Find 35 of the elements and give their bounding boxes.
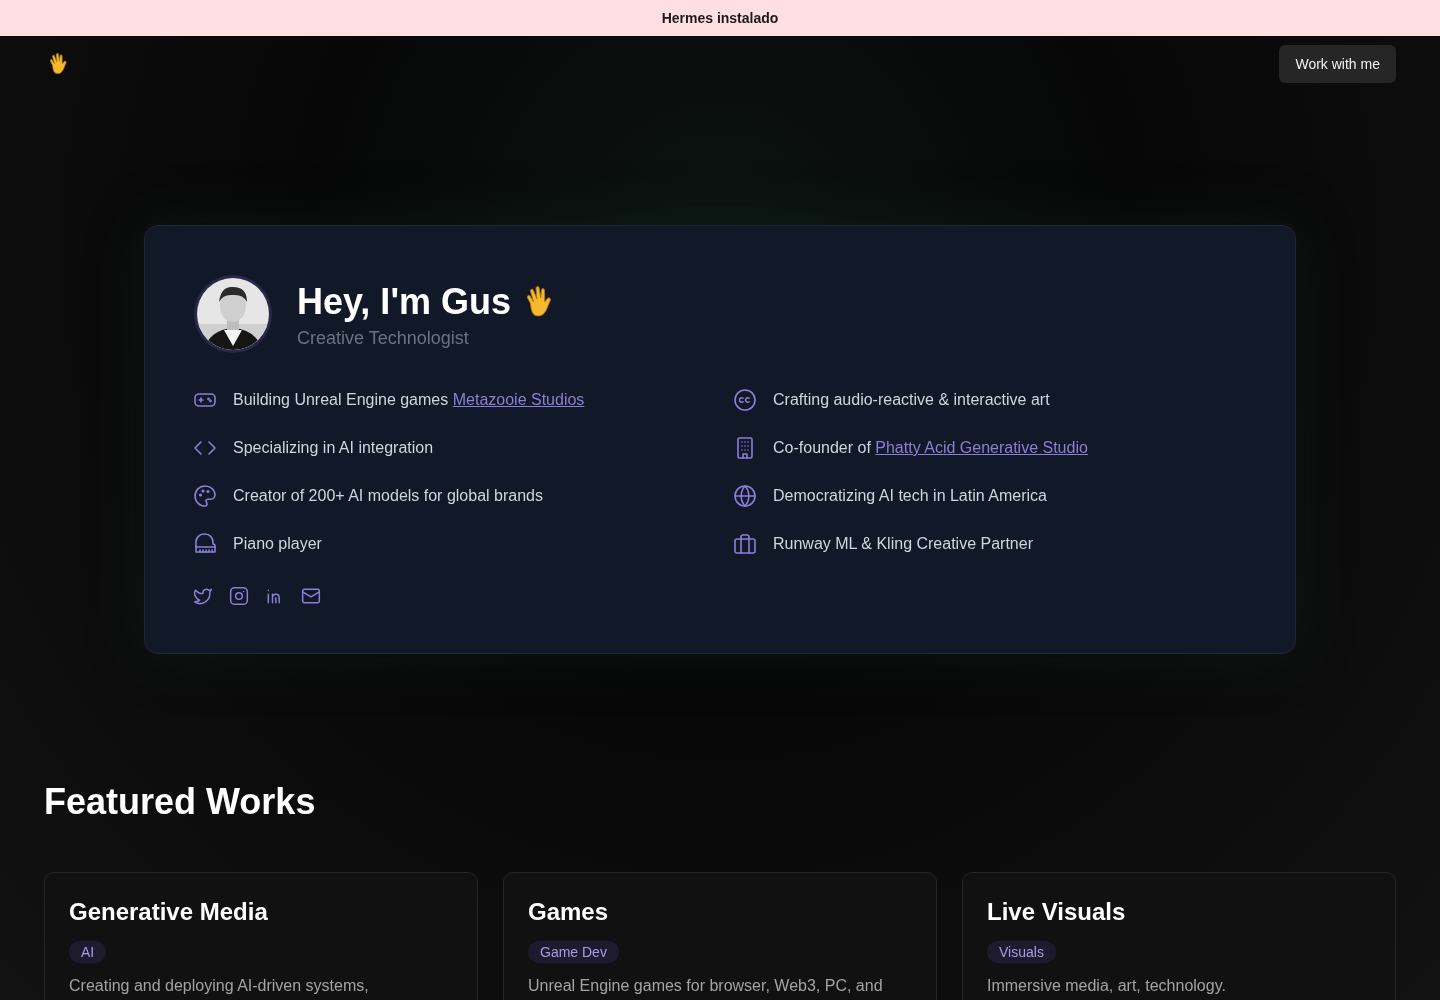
bird-icon[interactable] bbox=[193, 586, 213, 606]
piano-icon bbox=[193, 532, 217, 556]
fact-text: Runway ML & Kling Creative Partner bbox=[773, 535, 1033, 553]
category-tag: AI bbox=[69, 941, 107, 963]
work-title: Games bbox=[528, 897, 610, 927]
mail-icon[interactable] bbox=[301, 586, 321, 606]
section-heading: Featured Works bbox=[44, 780, 317, 824]
fact-text: Co-founder of Phatty Acid Generative Studio bbox=[773, 439, 1088, 457]
work-description: Immersive media, art, technology. bbox=[987, 977, 1227, 995]
fact-text: Piano player bbox=[233, 535, 322, 553]
work-card[interactable]: Live Visuals Visuals Immersive media, art, technology. bbox=[962, 872, 1396, 1000]
work-card[interactable]: Generative Media AI Creating and deploying AI-driven systems, bbox=[44, 872, 478, 1000]
studio-link[interactable]: Phatty Acid Generative Studio bbox=[875, 439, 1088, 456]
category-tag: Visuals bbox=[987, 941, 1056, 963]
work-title: Generative Media bbox=[69, 897, 269, 927]
studio-link[interactable]: Metazooie Studios bbox=[452, 391, 585, 408]
work-description: Unreal Engine games for browser, Web3, PC, and bbox=[528, 977, 884, 995]
globe-icon bbox=[733, 484, 757, 508]
category-tag: Game Dev bbox=[528, 941, 619, 963]
fact-text: Democratizing AI tech in Latin America bbox=[773, 487, 1047, 505]
fact-text: Crafting audio-reactive & interactive art bbox=[773, 391, 1050, 409]
work-with-me-button[interactable]: Work with me bbox=[1279, 45, 1396, 83]
briefcase-icon bbox=[733, 532, 757, 556]
fact-text: Creator of 200+ AI models for global brands bbox=[233, 487, 543, 505]
work-title: Live Visuals bbox=[987, 897, 1127, 927]
work-description: Creating and deploying AI-driven systems, bbox=[69, 977, 370, 995]
cc-icon bbox=[733, 388, 757, 412]
work-card[interactable]: Games Game Dev Unreal Engine games for browser, Web3, PC, and bbox=[503, 872, 937, 1000]
fact-text: Building Unreal Engine games Metazooie Studios bbox=[233, 391, 585, 409]
profile-heading: Hey, I'm Gus bbox=[297, 279, 511, 324]
palette-icon bbox=[193, 484, 217, 508]
camera-icon[interactable] bbox=[229, 586, 249, 606]
banner-text: Hermes instalado bbox=[661, 10, 779, 26]
profile-role: Creative Technologist bbox=[297, 327, 470, 349]
fact-text: Specializing in AI integration bbox=[233, 439, 434, 457]
